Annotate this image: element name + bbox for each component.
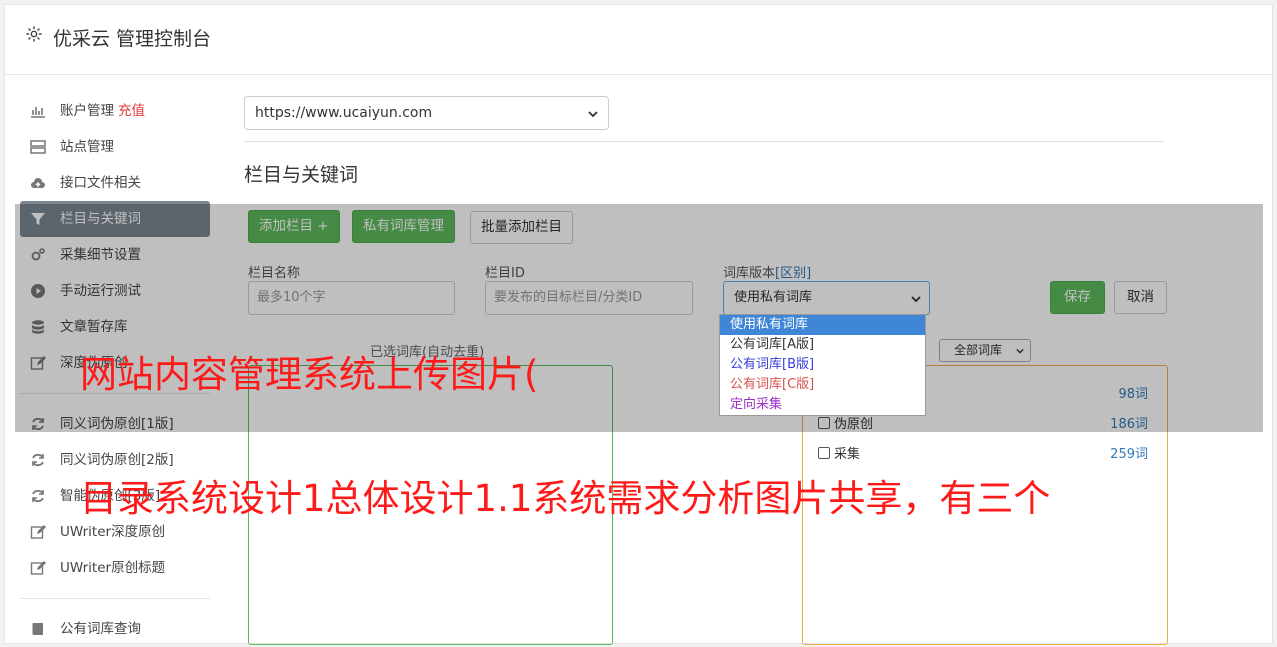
cloud-upload-icon — [31, 178, 45, 188]
book-icon — [32, 623, 43, 635]
sidebar-item-label: 接口文件相关 — [60, 175, 141, 191]
lib-row[interactable]: 采集 — [818, 443, 860, 462]
version-option[interactable]: 使用私有词库 — [720, 315, 925, 335]
watermark-line-1: 网站内容管理系统上传图片( — [80, 353, 539, 396]
sidebar-item-label: 公有词库查询 — [60, 621, 141, 637]
lib-checkbox[interactable] — [818, 447, 830, 459]
lib-row-label: 采集 — [834, 447, 861, 462]
version-option[interactable]: 定向采集 — [720, 395, 925, 415]
bar-chart-icon — [31, 107, 45, 118]
sidebar-item-interface[interactable]: 接口文件相关 — [20, 165, 210, 201]
edit-icon — [30, 561, 46, 575]
server-icon — [30, 140, 46, 154]
version-dropdown[interactable]: 使用私有词库 公有词库[A版] 公有词库[B版] 公有词库[C版] 定向采集 — [719, 314, 926, 416]
version-option[interactable]: 公有词库[C版] — [720, 375, 925, 395]
page-title: 优采云 管理控制台 — [53, 28, 212, 50]
lib-count: 259词 — [1110, 447, 1148, 462]
divider-line — [244, 141, 1164, 142]
sidebar-item-label: 站点管理 — [60, 139, 114, 155]
section-title: 栏目与关键词 — [244, 164, 359, 186]
version-option[interactable]: 公有词库[B版] — [720, 355, 925, 375]
sidebar-divider — [20, 598, 210, 599]
site-select-value: https://www.ucaiyun.com — [255, 105, 433, 121]
sidebar-item-label: 账户管理 — [60, 103, 114, 119]
sidebar-item-sites[interactable]: 站点管理 — [20, 129, 210, 165]
sidebar-item-label: UWriter原创标题 — [60, 560, 166, 576]
sidebar-item-account[interactable]: 账户管理 充值 — [20, 93, 210, 129]
gear-icon — [26, 26, 42, 42]
version-option[interactable]: 公有词库[A版] — [720, 335, 925, 355]
sidebar-item-label: UWriter深度原创 — [60, 524, 166, 540]
sidebar-item-public-lib[interactable]: 公有词库查询 — [20, 611, 210, 647]
refresh-icon — [32, 453, 44, 467]
sidebar-item-uwriter-title[interactable]: UWriter原创标题 — [20, 550, 210, 586]
watermark-line-2: 目录系统设计1总体设计1.1系统需求分析图片共享，有三个 — [80, 477, 1051, 520]
chevron-down-icon — [588, 111, 598, 118]
sidebar-item-label: 同义词伪原创[2版] — [60, 452, 174, 468]
site-select[interactable]: https://www.ucaiyun.com — [244, 96, 609, 130]
recharge-link[interactable]: 充值 — [118, 103, 145, 119]
refresh-icon — [32, 489, 44, 503]
page-header: 优采云 管理控制台 — [5, 5, 1272, 75]
edit-icon — [30, 525, 46, 539]
